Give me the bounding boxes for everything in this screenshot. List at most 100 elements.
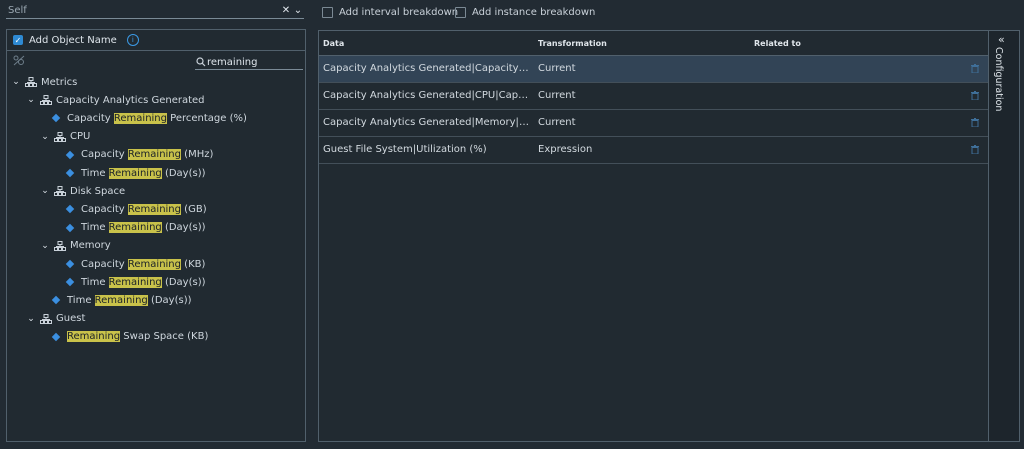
tree-leaf-cag-crp[interactable]: Capacity Remaining Percentage (%) xyxy=(51,109,247,127)
cell-data: Capacity Analytics Generated|Capacity Re… xyxy=(323,63,529,74)
search-match-highlight: Remaining xyxy=(113,112,167,124)
instance-breakdown-label: Add instance breakdown xyxy=(472,7,596,18)
search-row xyxy=(7,51,305,71)
group-icon xyxy=(54,186,66,197)
interval-breakdown-option[interactable]: Add interval breakdown xyxy=(322,7,458,18)
group-by-icon[interactable] xyxy=(13,55,25,66)
group-icon xyxy=(25,77,37,87)
table-row[interactable]: Capacity Analytics Generated|Capacity Re… xyxy=(319,56,988,83)
search-icon xyxy=(196,57,206,67)
search-match-highlight: Remaining xyxy=(127,149,181,161)
tree-group-label: Disk Space xyxy=(70,185,126,197)
search-match-highlight: Remaining xyxy=(108,222,162,234)
chevron-down-icon[interactable]: ⌄ xyxy=(292,5,304,16)
info-icon[interactable]: i xyxy=(126,34,139,46)
tree-leaf-label: Time Remaining (Day(s)) xyxy=(81,276,206,288)
tree-group-label: Capacity Analytics Generated xyxy=(56,94,205,106)
column-header-data[interactable]: Data xyxy=(323,39,344,48)
tree-group-label: Memory xyxy=(70,240,111,252)
tree-group-disk[interactable]: ⌄ Disk Space xyxy=(40,182,125,200)
tree-leaf-cpu-cr[interactable]: Capacity Remaining (MHz) xyxy=(65,146,213,164)
add-object-name-row: ✓ Add Object Name i xyxy=(7,30,305,51)
tree-leaf-label: Time Remaining (Day(s)) xyxy=(81,222,206,234)
collapse-icon[interactable]: « xyxy=(998,33,1005,46)
chevron-down-icon[interactable]: ⌄ xyxy=(40,241,50,251)
tree-leaf-label: Capacity Remaining Percentage (%) xyxy=(67,112,247,124)
tree-leaf-guest-rss[interactable]: Remaining Swap Space (KB) xyxy=(51,328,208,346)
tree-group-cag[interactable]: ⌄ Capacity Analytics Generated xyxy=(26,91,205,109)
tree-group-guest[interactable]: ⌄ Guest xyxy=(26,310,85,328)
cell-data: Guest File System|Utilization (%) xyxy=(323,144,487,155)
group-icon xyxy=(54,131,66,142)
cell-transformation: Current xyxy=(538,117,576,128)
tree-leaf-mem-tr[interactable]: Time Remaining (Day(s)) xyxy=(65,273,206,291)
group-icon xyxy=(40,313,52,324)
trash-icon[interactable] xyxy=(971,145,979,154)
chevron-down-icon[interactable]: ⌄ xyxy=(26,314,36,324)
search-input[interactable] xyxy=(207,56,299,68)
chevron-down-icon[interactable]: ⌄ xyxy=(40,186,50,196)
search-match-highlight: Remaining xyxy=(108,276,162,288)
chevron-down-icon[interactable]: ⌄ xyxy=(40,132,50,142)
table-row[interactable]: Capacity Analytics Generated|Memory|Capa… xyxy=(319,110,988,137)
instance-breakdown-checkbox[interactable] xyxy=(455,7,466,18)
tree-leaf-disk-tr[interactable]: Time Remaining (Day(s)) xyxy=(65,219,206,237)
tree-leaf-label: Time Remaining (Day(s)) xyxy=(81,167,206,179)
configuration-tab[interactable]: « Configuration xyxy=(988,30,1020,442)
search-match-highlight: Remaining xyxy=(127,203,181,215)
chevron-down-icon[interactable]: ⌄ xyxy=(11,77,21,87)
tree-leaf-cpu-tr[interactable]: Time Remaining (Day(s)) xyxy=(65,164,206,182)
interval-breakdown-label: Add interval breakdown xyxy=(339,7,459,18)
search-match-highlight: Remaining xyxy=(94,294,148,306)
cell-data: Capacity Analytics Generated|Memory|Capa… xyxy=(323,117,529,128)
column-header-related-to[interactable]: Related to xyxy=(754,39,801,48)
trash-icon[interactable] xyxy=(971,64,979,73)
metric-diamond-icon xyxy=(65,277,75,287)
tree-group-label: Guest xyxy=(56,313,86,325)
search-match-highlight: Remaining xyxy=(108,167,162,179)
tree-group-label: Metrics xyxy=(41,76,78,88)
metric-diamond-icon xyxy=(65,205,75,214)
add-object-name-label: Add Object Name xyxy=(29,34,117,46)
group-icon xyxy=(54,240,66,251)
cell-transformation: Current xyxy=(538,63,576,74)
table-header: Data Transformation Related to xyxy=(319,31,988,56)
search-field[interactable] xyxy=(195,55,303,70)
tree-leaf-label: Time Remaining (Day(s)) xyxy=(67,294,192,306)
tree-leaf-label: Capacity Remaining (GB) xyxy=(81,203,207,215)
metric-picker-panel: ✓ Add Object Name i ⌄ Metrics ⌄ Capacity An… xyxy=(6,29,306,442)
tree-group-cpu[interactable]: ⌄ CPU xyxy=(40,128,90,146)
scope-select[interactable]: Self ✕ ⌄ xyxy=(6,2,304,19)
chevron-down-icon[interactable]: ⌄ xyxy=(26,95,36,105)
group-icon xyxy=(40,95,52,106)
trash-icon[interactable] xyxy=(971,91,979,100)
tree-leaf-cag-tr[interactable]: Time Remaining (Day(s)) xyxy=(51,291,192,309)
cell-transformation: Current xyxy=(538,90,576,101)
configuration-label: Configuration xyxy=(993,47,1004,112)
tree-group-label: CPU xyxy=(70,131,91,143)
trash-icon[interactable] xyxy=(971,118,979,127)
table-row[interactable]: Guest File System|Utilization (%) Express… xyxy=(319,137,988,164)
add-object-name-checkbox[interactable]: ✓ xyxy=(13,35,23,45)
table-row[interactable]: Capacity Analytics Generated|CPU|Capacit… xyxy=(319,83,988,110)
search-match-highlight: Remaining xyxy=(127,258,181,270)
cell-data: Capacity Analytics Generated|CPU|Capacit… xyxy=(323,90,529,101)
search-match-highlight: Remaining xyxy=(67,331,121,343)
tree-group-metrics[interactable]: ⌄ Metrics xyxy=(11,73,77,91)
tree-leaf-label: Capacity Remaining (KB) xyxy=(81,258,206,270)
metric-diamond-icon xyxy=(51,296,61,305)
tree-leaf-label: Capacity Remaining (MHz) xyxy=(81,149,214,161)
tree-leaf-disk-cr[interactable]: Capacity Remaining (GB) xyxy=(65,200,207,218)
tree-leaf-mem-cr[interactable]: Capacity Remaining (KB) xyxy=(65,255,205,273)
column-header-transformation[interactable]: Transformation xyxy=(538,39,607,48)
metric-diamond-icon xyxy=(65,150,75,160)
interval-breakdown-checkbox[interactable] xyxy=(322,7,333,18)
scope-select-value: Self xyxy=(8,4,27,16)
metric-diamond-icon xyxy=(51,114,61,123)
tree-group-mem[interactable]: ⌄ Memory xyxy=(40,237,111,255)
metric-diamond-icon xyxy=(65,168,75,178)
instance-breakdown-option[interactable]: Add instance breakdown xyxy=(455,7,595,18)
tree-leaf-label: Remaining Swap Space (KB) xyxy=(67,331,209,343)
clear-icon[interactable]: ✕ xyxy=(280,5,292,16)
metric-diamond-icon xyxy=(65,223,75,232)
